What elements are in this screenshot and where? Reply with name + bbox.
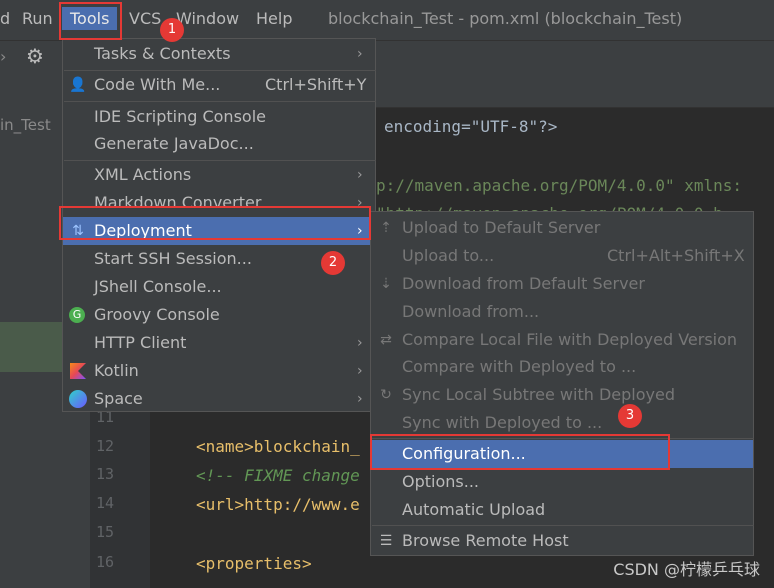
menu-item-label: Space bbox=[94, 389, 143, 408]
chevron-right-icon: › bbox=[357, 391, 363, 407]
download-icon: ⇣ bbox=[380, 276, 392, 292]
menu-item-label: Groovy Console bbox=[94, 305, 220, 324]
menu-item-compare-deployed-to[interactable]: Compare with Deployed to ... bbox=[371, 353, 753, 381]
menu-item-http-client[interactable]: HTTP Client › bbox=[63, 329, 375, 357]
menu-item-label: XML Actions bbox=[94, 165, 192, 184]
compare-icon: ⇄ bbox=[380, 332, 392, 348]
menu-item-label: Tasks & Contexts bbox=[94, 44, 231, 63]
code-line-xmlns: p://maven.apache.org/POM/4.0.0" xmlns: bbox=[376, 176, 743, 195]
menu-item-label: Browse Remote Host bbox=[402, 531, 569, 550]
chevron-right-icon: › bbox=[357, 363, 363, 379]
gear-icon[interactable]: ⚙ bbox=[26, 44, 44, 68]
menu-item-upload-to[interactable]: Upload to... Ctrl+Alt+Shift+X bbox=[371, 242, 753, 270]
chevron-right-icon: › bbox=[357, 167, 363, 183]
menu-item-sync-local-subtree[interactable]: ↻ Sync Local Subtree with Deployed bbox=[371, 381, 753, 409]
menu-help[interactable]: Help bbox=[256, 9, 292, 28]
line-number: 15 bbox=[96, 523, 115, 541]
line-number: 16 bbox=[96, 553, 115, 571]
project-label[interactable]: in_Test bbox=[0, 116, 51, 134]
menu-item-groovy-console[interactable]: G Groovy Console bbox=[63, 301, 375, 329]
annotation-badge-1: 1 bbox=[160, 18, 184, 42]
menu-item-code-with-me[interactable]: 👤 Code With Me... Ctrl+Shift+Y bbox=[63, 71, 375, 99]
shortcut-label: Ctrl+Shift+Y bbox=[265, 75, 367, 94]
menu-item-sync-deployed-to[interactable]: Sync with Deployed to ... bbox=[371, 409, 753, 437]
sync-icon: ↻ bbox=[380, 387, 392, 403]
chevron-right-icon[interactable]: › bbox=[0, 47, 6, 66]
menu-item-label: Kotlin bbox=[94, 361, 139, 380]
menu-item-upload-default-server[interactable]: ⇡ Upload to Default Server bbox=[371, 214, 753, 242]
annotation-badge-2: 2 bbox=[321, 251, 345, 275]
menu-item-label: Compare Local File with Deployed Version bbox=[402, 330, 738, 349]
menu-item-label: Options... bbox=[402, 472, 479, 491]
menu-separator bbox=[64, 101, 376, 102]
menu-item-label: Download from Default Server bbox=[402, 274, 645, 293]
menu-item-ide-scripting-console[interactable]: IDE Scripting Console bbox=[63, 103, 375, 131]
menu-item-label: Sync with Deployed to ... bbox=[402, 413, 603, 432]
menu-item-tasks-contexts[interactable]: Tasks & Contexts › bbox=[63, 40, 375, 68]
menu-item-download-from[interactable]: Download from... bbox=[371, 298, 753, 326]
menu-item-xml-actions[interactable]: XML Actions › bbox=[63, 161, 375, 189]
menu-item-compare-local-file[interactable]: ⇄ Compare Local File with Deployed Versi… bbox=[371, 326, 753, 354]
line-number: 12 bbox=[96, 437, 115, 455]
menu-item-label: HTTP Client bbox=[94, 333, 187, 352]
menu-item-space[interactable]: Space › bbox=[63, 385, 375, 413]
browse-icon: ☰ bbox=[379, 533, 393, 549]
menu-item-generate-javadoc[interactable]: Generate JavaDoc... bbox=[63, 130, 375, 158]
menu-item-label: Upload to... bbox=[402, 246, 495, 265]
menu-item-label: Download from... bbox=[402, 302, 540, 321]
chevron-right-icon: › bbox=[357, 46, 363, 62]
highlight-box-deployment bbox=[59, 206, 371, 240]
upload-icon: ⇡ bbox=[380, 220, 392, 236]
menu-item-label: Code With Me... bbox=[94, 75, 221, 94]
highlight-box-configuration bbox=[370, 434, 670, 470]
shortcut-label: Ctrl+Alt+Shift+X bbox=[607, 246, 745, 265]
space-icon bbox=[69, 390, 87, 408]
menu-item-jshell-console[interactable]: JShell Console... bbox=[63, 273, 375, 301]
line-number: 14 bbox=[96, 494, 115, 512]
menu-window[interactable]: Window bbox=[176, 9, 239, 28]
line-number: 13 bbox=[96, 465, 115, 483]
menu-item-download-default-server[interactable]: ⇣ Download from Default Server bbox=[371, 270, 753, 298]
menu-item-label: IDE Scripting Console bbox=[94, 107, 266, 126]
highlight-box-tools bbox=[59, 2, 122, 40]
code-line-comment: <!-- FIXME change bbox=[196, 466, 360, 485]
menu-item-browse-remote-host[interactable]: ☰ Browse Remote Host bbox=[371, 527, 753, 555]
menu-vcs[interactable]: VCS bbox=[129, 9, 161, 28]
menu-run[interactable]: Run bbox=[22, 9, 53, 28]
groovy-icon: G bbox=[69, 307, 85, 323]
menu-separator bbox=[372, 525, 754, 526]
menu-item-label: Generate JavaDoc... bbox=[94, 134, 254, 153]
code-line-properties: <properties> bbox=[196, 554, 312, 573]
menu-item-label: JShell Console... bbox=[94, 277, 222, 296]
window-title: blockchain_Test - pom.xml (blockchain_Te… bbox=[328, 9, 683, 28]
code-line-encoding: encoding="UTF-8"?> bbox=[384, 117, 558, 136]
code-line-name: <name>blockchain_ bbox=[196, 437, 360, 456]
menu-item-label: Automatic Upload bbox=[402, 500, 546, 519]
annotation-badge-3: 3 bbox=[618, 404, 642, 428]
menu-item-options[interactable]: Options... bbox=[371, 468, 753, 496]
person-icon: 👤 bbox=[69, 77, 87, 93]
deployment-submenu: ⇡ Upload to Default Server Upload to... … bbox=[370, 211, 754, 556]
menu-item-label: Start SSH Session... bbox=[94, 249, 252, 268]
kotlin-icon bbox=[70, 363, 86, 379]
code-line-url: <url>http://www.e bbox=[196, 495, 360, 514]
menu-partial-d[interactable]: d bbox=[0, 9, 10, 28]
menu-item-kotlin[interactable]: Kotlin › bbox=[63, 357, 375, 385]
menu-item-label: Compare with Deployed to ... bbox=[402, 357, 637, 376]
menu-item-automatic-upload[interactable]: Automatic Upload bbox=[371, 496, 753, 524]
menu-item-label: Upload to Default Server bbox=[402, 218, 601, 237]
watermark: CSDN @柠檬乒乓球 bbox=[613, 560, 760, 579]
chevron-right-icon: › bbox=[357, 335, 363, 351]
